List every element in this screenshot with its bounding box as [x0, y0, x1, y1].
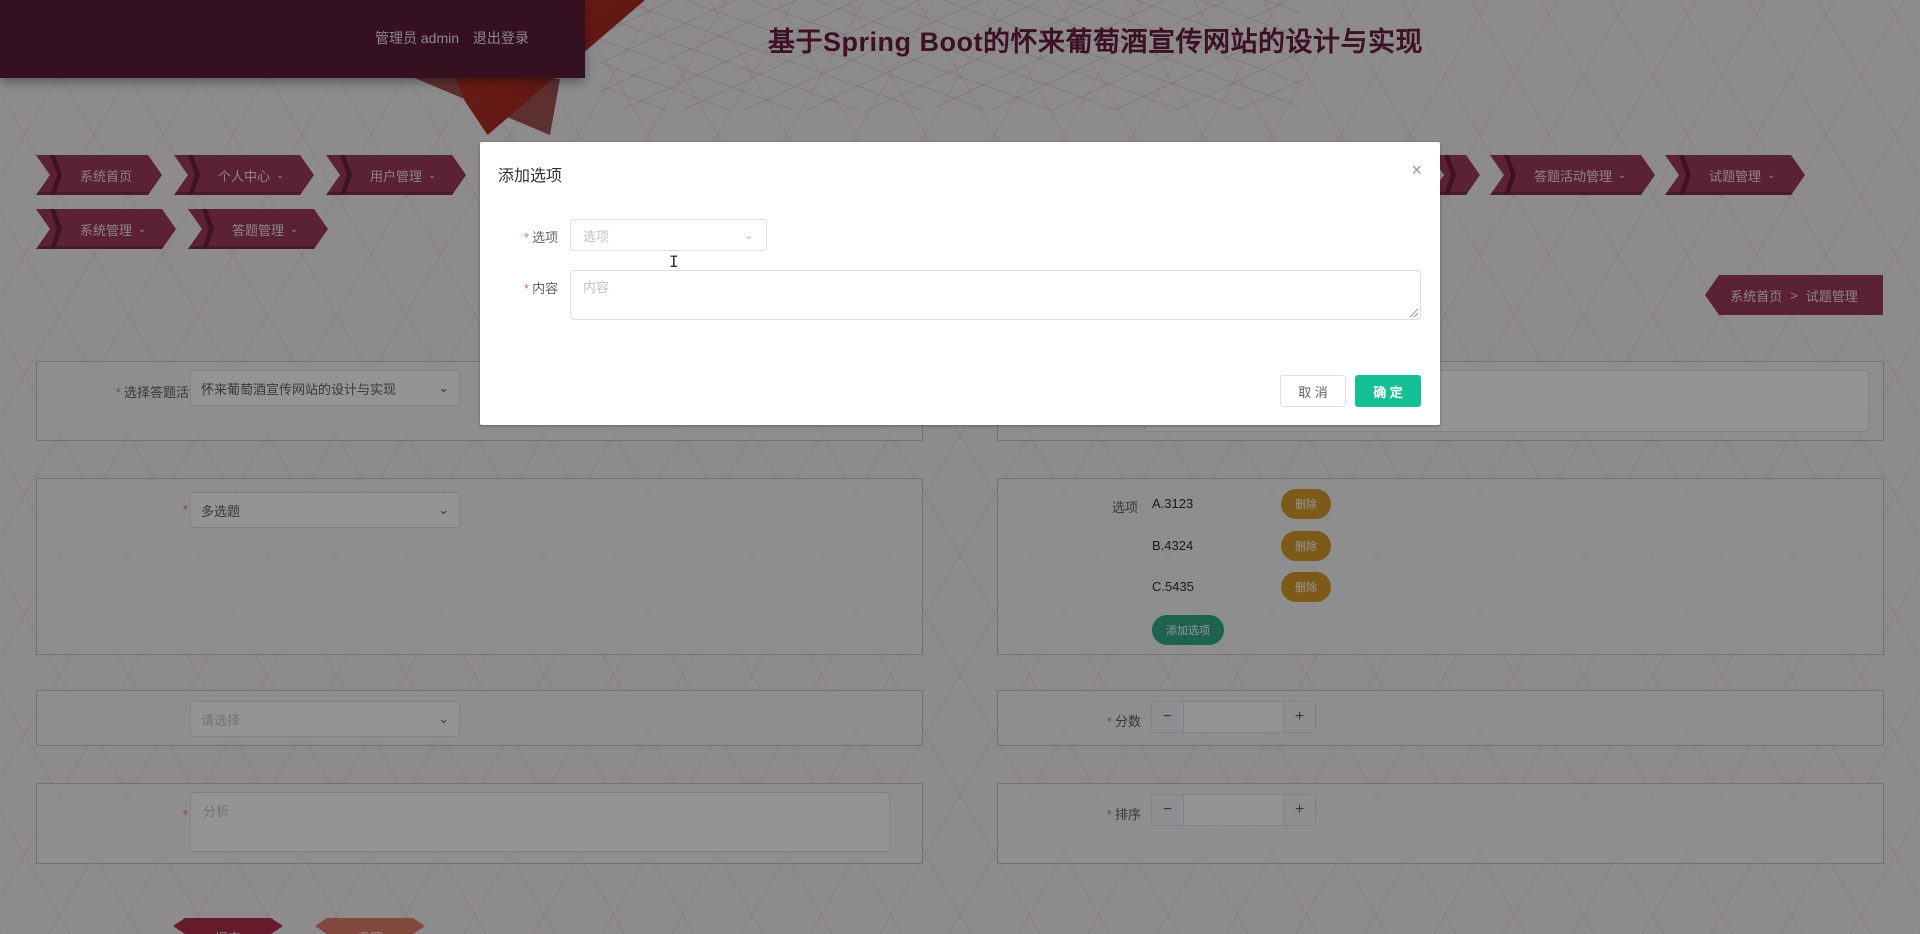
- resize-handle-icon[interactable]: [1410, 309, 1418, 317]
- text-cursor-icon: I: [669, 252, 679, 271]
- dialog-content-label: * 内容: [524, 281, 559, 296]
- dialog-option-placeholder: 选项: [583, 228, 610, 244]
- dialog-content-placeholder: 内容: [583, 280, 610, 295]
- chevron-down-icon: ⌄: [743, 227, 754, 242]
- cancel-button[interactable]: 取 消: [1280, 375, 1346, 407]
- dialog-option-label: * 选项: [524, 230, 559, 245]
- confirm-button[interactable]: 确 定: [1355, 375, 1421, 407]
- close-icon[interactable]: ×: [1411, 160, 1422, 181]
- dialog-title: 添加选项: [498, 168, 563, 185]
- dialog-content-textarea[interactable]: 内容: [570, 270, 1421, 320]
- add-option-dialog: 添加选项 × * 选项 选项 ⌄ * 内容 内容 取 消 确 定: [480, 142, 1440, 425]
- modal-overlay[interactable]: [0, 0, 1920, 934]
- dialog-option-select[interactable]: 选项 ⌄: [570, 219, 767, 251]
